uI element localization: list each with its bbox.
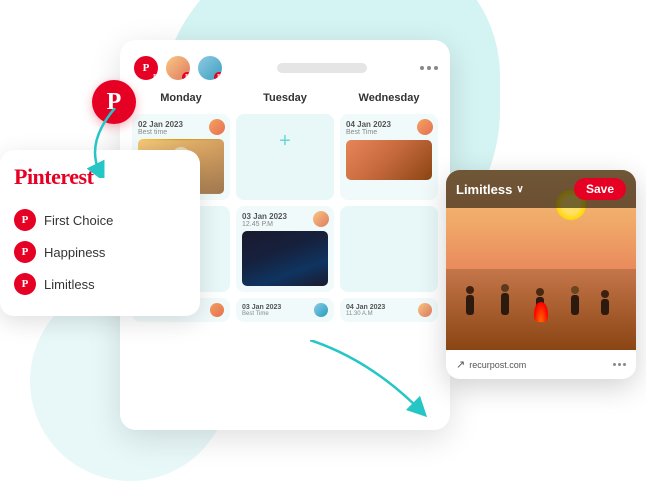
photo-card: Limitless ∨ Save ↗ recurpost.com [446,170,636,379]
arrow-cal-to-photo [310,340,430,420]
menu-dot [427,66,431,70]
footer-date-2: 03 Jan 2023 [242,304,281,311]
footer-avatar-1 [210,303,224,317]
fire-flame [534,302,548,322]
cal-cell-tue-2[interactable]: 03 Jan 2023 12.45 P.M [236,206,334,292]
cal-sunset-image [346,140,432,180]
photo-menu-dots[interactable] [613,363,626,366]
scene: P P P [0,0,646,501]
footer-sub-2: Best Time [242,311,281,317]
p-icon-1: P [14,209,36,231]
footer-date-3: 04 Jan 2023 [346,304,385,311]
pinterest-item-3[interactable]: P Limitless [14,268,186,300]
arrow-p-to-card [85,108,145,178]
p-icon-2: P [14,241,36,263]
menu-dot [420,66,424,70]
pinterest-label-3: Limitless [44,277,95,292]
photo-card-footer: ↗ recurpost.com [446,350,636,379]
recurpost-link[interactable]: ↗ recurpost.com [456,358,526,371]
col-header-tuesday: Tuesday [236,92,334,108]
campfire [531,298,551,322]
pinterest-item-2[interactable]: P Happiness [14,236,186,268]
pinterest-label-2: Happiness [44,245,105,260]
menu-dot [618,363,621,366]
cal-plus-btn[interactable]: + [242,126,328,156]
menu-dot [434,66,438,70]
pinterest-item-1[interactable]: P First Choice [14,204,186,236]
menu-dot [623,363,626,366]
avatar-group: P P P P [132,54,224,82]
col-header-monday: Monday [132,92,230,108]
person-5 [601,290,609,315]
avatar-user-1: P [164,54,192,82]
footer-cell-2: 03 Jan 2023 Best Time [236,298,334,322]
photo-card-title: Limitless ∨ [456,182,524,197]
footer-avatar-3 [418,303,432,317]
chevron-down-icon: ∨ [516,184,523,195]
external-link-icon: ↗ [456,358,465,371]
footer-avatar-2 [314,303,328,317]
cal-cell-avatar [209,119,225,135]
person-1 [466,286,474,315]
calendar-header: P P P P [132,54,438,82]
person-4 [571,286,579,315]
col-header-wednesday: Wednesday [340,92,438,108]
menu-dot [613,363,616,366]
recurpost-url: recurpost.com [469,360,526,370]
pinterest-label-1: First Choice [44,213,113,228]
avatar-user-2: P [196,54,224,82]
pinterest-logo-text: Pinterest [14,164,93,190]
person-2 [501,284,509,315]
cal-band-image [242,231,328,286]
save-button[interactable]: Save [574,178,626,200]
cal-cell-wed-2 [340,206,438,292]
calendar-menu-dots[interactable] [420,66,438,70]
p-icon-3: P [14,273,36,295]
photo-card-header: Limitless ∨ Save [446,170,636,208]
cal-cell-avatar-2 [313,211,329,227]
calendar-search-bar [277,63,367,73]
cal-cell-tue-1[interactable]: + [236,114,334,200]
cal-cell-avatar [417,119,433,135]
footer-cell-3: 04 Jan 2023 11.30 A.M [340,298,438,322]
avatar-pinterest-1: P P [132,54,160,82]
photo-title-text: Limitless [456,182,512,197]
cal-cell-wed-1[interactable]: 04 Jan 2023 Best Time [340,114,438,200]
footer-sub-3: 11.30 A.M [346,311,385,317]
